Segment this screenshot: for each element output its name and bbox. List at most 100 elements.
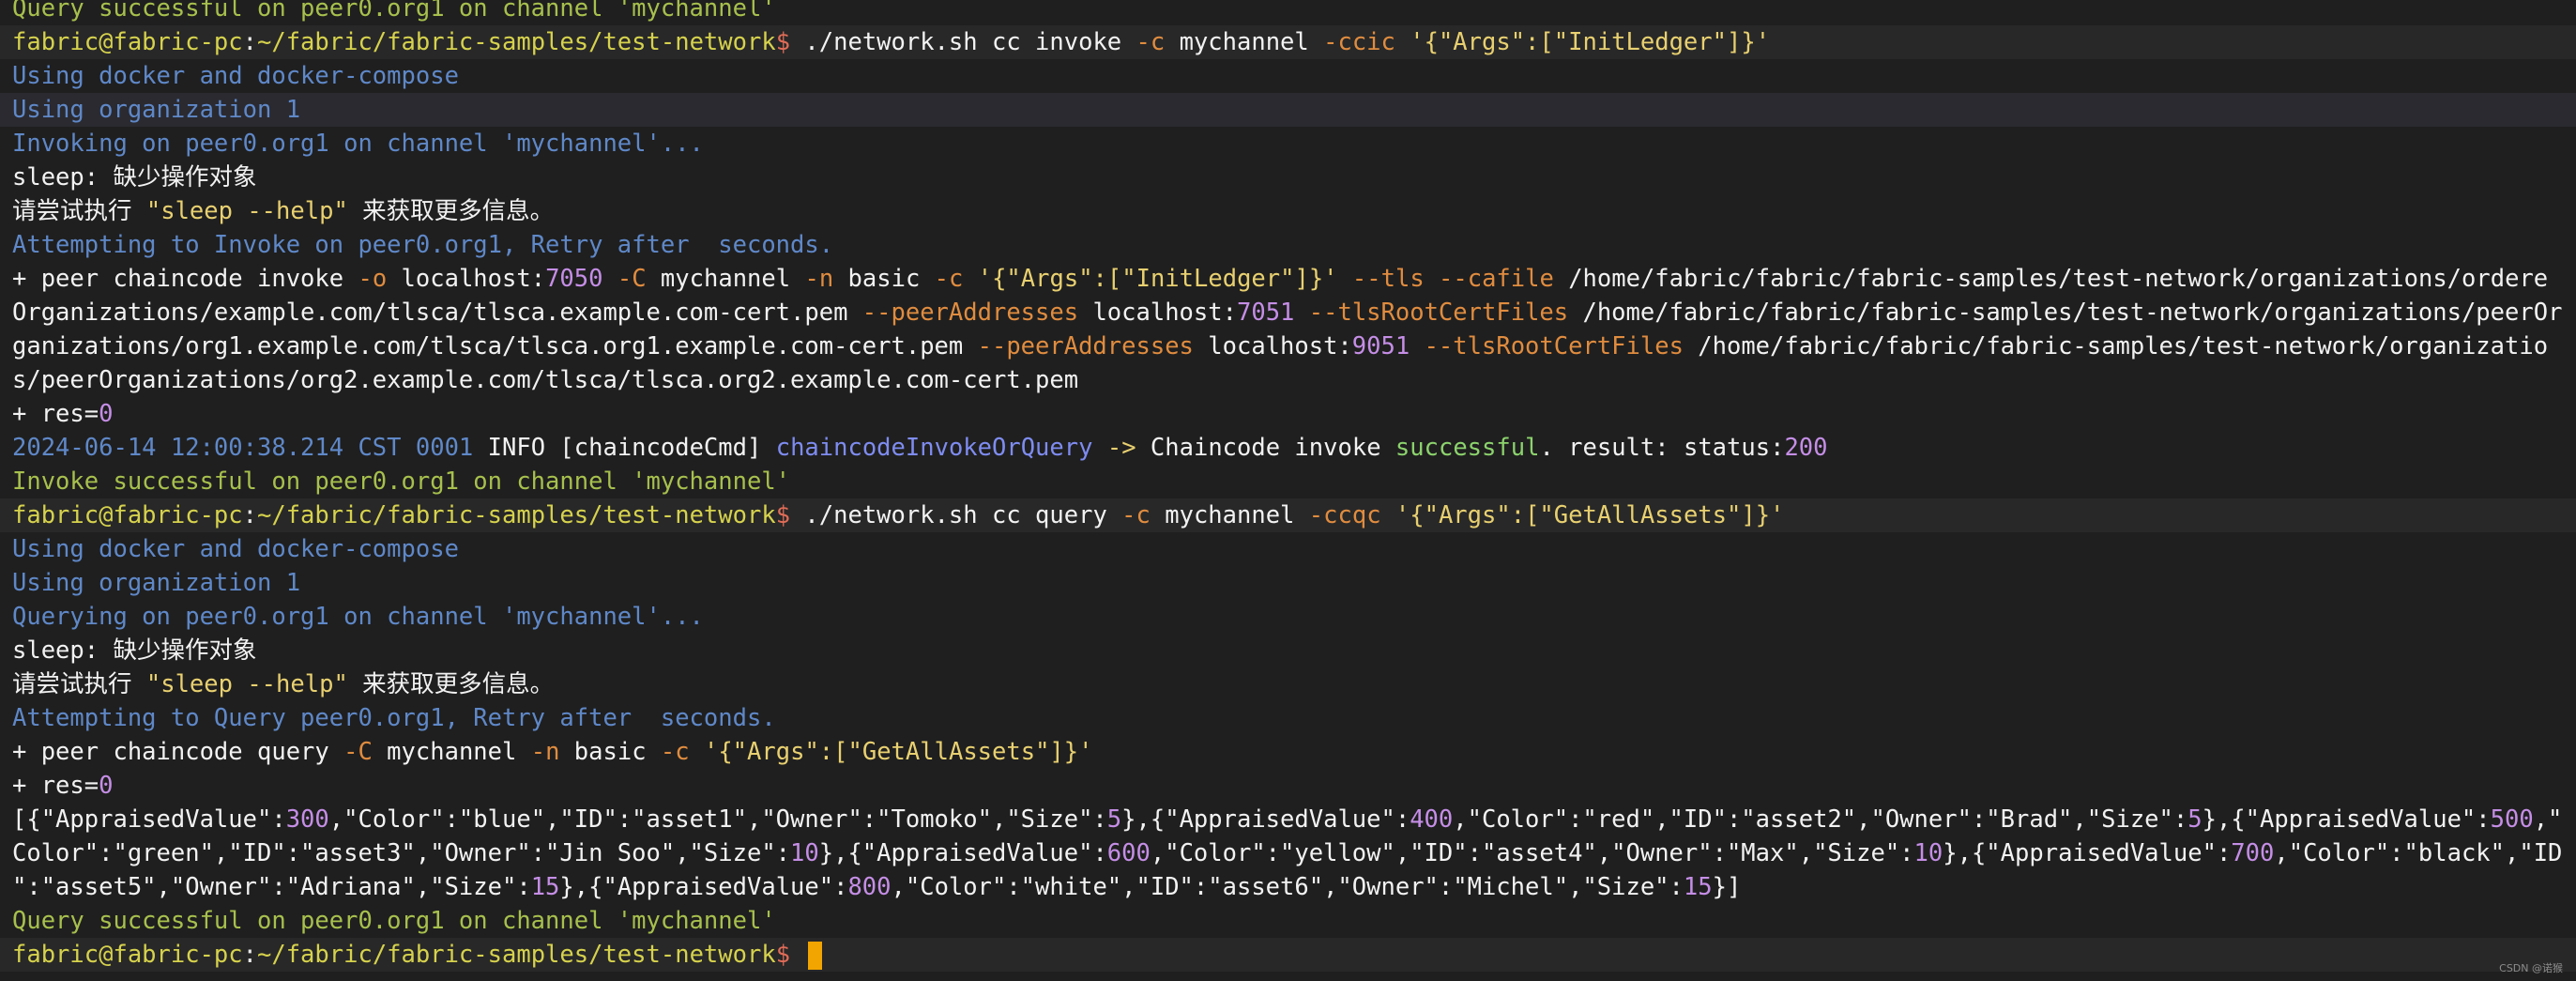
terminal-line: Using docker and docker-compose — [0, 532, 2576, 566]
terminal-text: Using docker and docker-compose — [12, 62, 459, 90]
terminal-text: "sleep --help" — [145, 197, 348, 225]
terminal-text: [{"AppraisedValue": — [12, 805, 286, 834]
terminal-text: Querying on peer0.org1 on channel 'mycha… — [12, 603, 704, 631]
terminal-line: 请尝试执行 "sleep --help" 来获取更多信息。 — [0, 194, 2576, 228]
terminal-text: -n — [530, 738, 560, 766]
terminal-text: ,"Color":"white","ID":"asset6","Owner":"… — [891, 873, 1684, 901]
terminal-text: 2024-06-14 12:00:38.214 CST 0001 — [12, 434, 474, 462]
terminal-text: -ccqc — [1308, 501, 1381, 529]
terminal-text: -n — [804, 265, 834, 293]
terminal-text: '{"Args":["InitLedger"]}' — [963, 265, 1338, 293]
terminal-text: 0 — [99, 772, 114, 800]
terminal-line: Invoke successful on peer0.org1 on chann… — [0, 465, 2576, 498]
terminal-line: 请尝试执行 "sleep --help" 来获取更多信息。 — [0, 667, 2576, 701]
terminal-text: -c — [1121, 501, 1151, 529]
terminal-text: -c — [660, 738, 690, 766]
terminal-text: successful — [1395, 434, 1540, 462]
terminal-text: ~/fabric/fabric-samples/test-network — [257, 28, 776, 56]
terminal-line: [{"AppraisedValue":300,"Color":"blue","I… — [0, 803, 2576, 836]
terminal-line: Query successful on peer0.org1 on channe… — [0, 904, 2576, 938]
terminal-text: Using organization 1 — [12, 569, 301, 597]
terminal-text: --peerAddresses — [977, 332, 1194, 360]
terminal-text: -c — [1136, 28, 1166, 56]
terminal-text: 800 — [847, 873, 892, 901]
terminal-text: '{"Args":["GetAllAssets"]}' — [689, 738, 1093, 766]
terminal-output[interactable]: Query successful on peer0.org1 on channe… — [0, 0, 2576, 972]
terminal-text: . result: status: — [1539, 434, 1785, 462]
terminal-line: 2024-06-14 12:00:38.214 CST 0001 INFO [ c… — [0, 431, 2576, 465]
terminal-text: : 缺少操作对象 — [84, 163, 257, 192]
terminal-text: 500 — [2490, 805, 2534, 834]
terminal-text: : — [242, 941, 257, 969]
terminal-text: $ — [775, 941, 805, 969]
terminal-text: Query successful on peer0.org1 on channe… — [12, 907, 776, 935]
terminal-line: Using organization 1 — [0, 93, 2576, 127]
terminal-text: + res= — [12, 400, 99, 428]
terminal-text: ,"Color":"yellow","ID":"asset4","Owner":… — [1150, 839, 1914, 867]
terminal-text: '{"Args":["GetAllAssets"]}' — [1380, 501, 1785, 529]
watermark: CSDN @诺猴 — [2499, 962, 2563, 974]
terminal-line: Querying on peer0.org1 on channel 'mycha… — [0, 600, 2576, 634]
terminal-text: Color":"green","ID":"asset3","Owner":"Ji… — [12, 839, 791, 867]
terminal-text: Organizations/example.com/tlsca/tlsca.ex… — [12, 299, 862, 327]
terminal-text: Attempting to Invoke on peer0.org1, Retr… — [12, 231, 834, 259]
terminal-text: 请尝试执行 — [12, 197, 146, 225]
terminal-text: 300 — [285, 805, 329, 834]
terminal-text: mychannel — [646, 265, 805, 293]
terminal-text: ,"Color":"red","ID":"asset2","Owner":"Br… — [1453, 805, 2188, 834]
terminal-text: INFO — [473, 434, 560, 462]
terminal-text: Invoking on peer0.org1 on channel 'mycha… — [12, 130, 704, 158]
terminal-text: --tlsRootCertFiles — [1424, 332, 1684, 360]
terminal-text: fabric@fabric-pc — [12, 941, 243, 969]
terminal-line: + peer chaincode query -C mychannel -n b… — [0, 735, 2576, 769]
terminal-text: },{"AppraisedValue": — [1121, 805, 1410, 834]
terminal-text: 15 — [530, 873, 560, 901]
terminal-text: Invoke successful on peer0.org1 on chann… — [12, 468, 791, 496]
terminal-text: basic — [559, 738, 661, 766]
terminal-prompt-line: fabric@fabric-pc:~/fabric/fabric-samples… — [0, 498, 2576, 532]
terminal-text: 10 — [1913, 839, 1943, 867]
terminal-text: ~/fabric/fabric-samples/test-network — [257, 941, 776, 969]
terminal-text: 700 — [2231, 839, 2275, 867]
terminal-text: basic — [833, 265, 935, 293]
terminal-text: },{"AppraisedValue": — [559, 873, 848, 901]
terminal-text: },{"AppraisedValue": — [2202, 805, 2491, 834]
terminal-text: -> — [1092, 434, 1151, 462]
terminal-text: mychannel — [1165, 28, 1324, 56]
terminal-text: 5 — [2187, 805, 2203, 834]
terminal-text: 来获取更多信息。 — [347, 670, 555, 698]
terminal-line: s/peerOrganizations/org2.example.com/tls… — [0, 363, 2576, 397]
terminal-text: 10 — [790, 839, 819, 867]
terminal-line: sleep: 缺少操作对象 — [0, 161, 2576, 194]
terminal-text: },{"AppraisedValue": — [1943, 839, 2232, 867]
terminal-text: 请尝试执行 — [12, 670, 146, 698]
terminal-text: 200 — [1784, 434, 1828, 462]
terminal-text: Using docker and docker-compose — [12, 535, 459, 563]
terminal-text: sleep — [12, 636, 84, 665]
terminal-text: localhost: — [387, 265, 546, 293]
terminal-text: : — [242, 501, 257, 529]
terminal-line: + res=0 — [0, 769, 2576, 803]
terminal-text: fabric@fabric-pc — [12, 28, 243, 56]
terminal-text: localhost: — [1078, 299, 1237, 327]
terminal-cursor[interactable] — [808, 942, 823, 970]
terminal-text: s/peerOrganizations/org2.example.com/tls… — [12, 366, 1079, 394]
terminal-text: -C — [343, 738, 373, 766]
terminal-text: : 缺少操作对象 — [84, 636, 257, 665]
terminal-text: 9051 — [1351, 332, 1410, 360]
terminal-line: + peer chaincode invoke -o localhost:705… — [0, 262, 2576, 296]
terminal-line: Attempting to Invoke on peer0.org1, Retr… — [0, 228, 2576, 262]
terminal-text: 400 — [1410, 805, 1454, 834]
terminal-line: Using docker and docker-compose — [0, 59, 2576, 93]
terminal-text: 5 — [1106, 805, 1122, 834]
terminal-line: Organizations/example.com/tlsca/tlsca.ex… — [0, 296, 2576, 330]
terminal-text: [ — [559, 434, 574, 462]
terminal-text: chaincodeInvokeOrQuery — [775, 434, 1093, 462]
terminal-text: ganizations/org1.example.com/tlsca/tlsca… — [12, 332, 978, 360]
terminal-text: -ccic — [1323, 28, 1395, 56]
terminal-line: sleep: 缺少操作对象 — [0, 634, 2576, 667]
terminal-text: },{"AppraisedValue": — [818, 839, 1107, 867]
terminal-line: Using organization 1 — [0, 566, 2576, 600]
terminal-text: ./network.sh cc query — [804, 501, 1122, 529]
